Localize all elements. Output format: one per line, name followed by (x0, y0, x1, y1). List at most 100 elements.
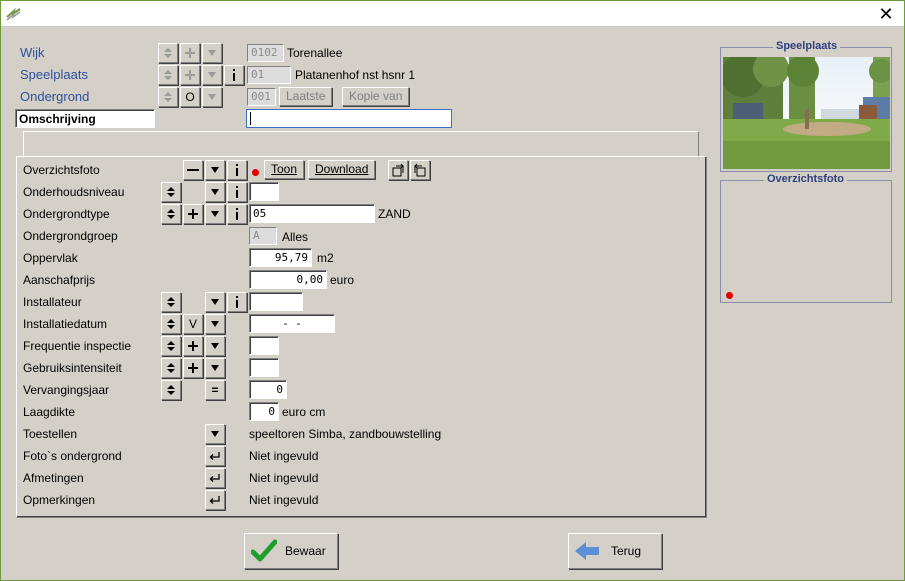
speelplaats-photo-title: Speelplaats (773, 40, 841, 52)
overzichtsfoto-preview-title: Overzichtsfoto (764, 173, 848, 185)
toon-button-label: Toon (271, 162, 298, 176)
toestellen-dropdown-button[interactable] (205, 424, 225, 444)
kopie-van-button[interactable]: Kopie van (342, 87, 410, 106)
onderhoudsniveau-input[interactable] (249, 182, 279, 201)
laagdikte-input[interactable]: 0 (249, 402, 279, 421)
installatiedatum-dropdown-button[interactable] (205, 314, 225, 334)
installateur-input[interactable] (249, 292, 303, 311)
overzichtsfoto-preview-group (720, 180, 892, 303)
oppervlak-label: Oppervlak (23, 251, 78, 265)
text-cursor (250, 112, 251, 125)
ondergrond-code-field: 001 (247, 88, 276, 106)
onderhoudsniveau-dropdown-button[interactable] (205, 182, 225, 202)
toestellen-label: Toestellen (23, 427, 78, 441)
download-button-label: Download (315, 162, 369, 176)
toon-button[interactable]: Toon (264, 160, 305, 179)
speelplaats-code-field: 01 (247, 66, 291, 84)
oppervlak-unit: m2 (317, 251, 334, 265)
aanschafprijs-input[interactable]: 0,00 (249, 270, 327, 289)
title-bar: ✕ (1, 1, 904, 27)
gebruiksintensiteit-dropdown-button[interactable] (205, 358, 225, 378)
ondergrond-updown-button[interactable] (158, 87, 178, 107)
ondergrond-open-button[interactable]: O (180, 87, 200, 107)
vervangingsjaar-input[interactable]: 0 (249, 380, 287, 399)
frequentie-input[interactable] (249, 336, 279, 355)
omschrijving-input[interactable] (246, 109, 452, 128)
installateur-info-button[interactable] (227, 292, 247, 312)
installateur-label: Installateur (23, 295, 82, 309)
overzichtsfoto-label: Overzichtsfoto (23, 163, 100, 177)
fotos-ondergrond-enter-button[interactable] (205, 446, 225, 466)
onderhoudsniveau-label: Onderhoudsniveau (23, 185, 125, 199)
speelplaats-add-button[interactable] (180, 65, 200, 85)
overzichtsfoto-info-button[interactable] (227, 160, 247, 180)
laatste-button[interactable]: Laatste (279, 87, 333, 106)
bewaar-button-label: Bewaar (285, 544, 326, 558)
onderhoudsniveau-updown-button[interactable] (161, 182, 181, 202)
wijk-add-button[interactable] (180, 43, 200, 63)
wijk-name-text: Torenallee (287, 46, 343, 60)
ondergrondtype-updown-button[interactable] (161, 204, 181, 224)
checkmark-icon (251, 539, 277, 563)
overzichtsfoto-status-dot-icon (726, 292, 733, 299)
bewaar-button[interactable]: Bewaar (244, 533, 338, 569)
app-window: ✕ Wijk 0102 Torenallee Speelplaats 01 Pl… (0, 0, 905, 581)
afmetingen-label: Afmetingen (23, 471, 84, 485)
aanschafprijs-label: Aanschafprijs (23, 273, 96, 287)
frequentie-dropdown-button[interactable] (205, 336, 225, 356)
wijk-dropdown-button[interactable] (202, 43, 222, 63)
status-dot-icon (252, 169, 259, 176)
installatiedatum-v-button[interactable]: V (183, 314, 203, 334)
laagdikte-label: Laagdikte (23, 405, 76, 419)
installateur-updown-button[interactable] (161, 292, 181, 312)
tab-strip (23, 131, 699, 158)
overzichtsfoto-dropdown-button[interactable] (205, 160, 225, 180)
speelplaats-photo[interactable] (723, 57, 890, 169)
ondergrondtype-dropdown-button[interactable] (205, 204, 225, 224)
installatiedatum-updown-button[interactable] (161, 314, 181, 334)
oppervlak-input[interactable]: 95,79 (249, 248, 312, 267)
frequentie-updown-button[interactable] (161, 336, 181, 356)
ondergrondtype-info-button[interactable] (227, 204, 247, 224)
ondergrondgroep-desc: Alles (282, 230, 309, 244)
vervangingsjaar-label: Vervangingsjaar (23, 383, 110, 397)
laagdikte-unit: euro cm (282, 405, 326, 419)
overzichtsfoto-remove-button[interactable] (183, 160, 203, 180)
aanschafprijs-unit: euro (330, 273, 355, 287)
opmerkingen-label: Opmerkingen (23, 493, 96, 507)
terug-button-label: Terug (611, 544, 642, 558)
afmetingen-enter-button[interactable] (205, 468, 225, 488)
terug-button[interactable]: Terug (568, 533, 662, 569)
wijk-label: Wijk (20, 45, 45, 60)
ondergrond-dropdown-button[interactable] (202, 87, 222, 107)
speelplaats-name-text: Platanenhof nst hsnr 1 (295, 68, 416, 82)
ondergrondtype-add-button[interactable] (183, 204, 203, 224)
vervangingsjaar-updown-button[interactable] (161, 380, 181, 400)
frequentie-add-button[interactable] (183, 336, 203, 356)
arrow-left-icon (573, 540, 601, 562)
vervangingsjaar-equals-button[interactable]: = (205, 380, 225, 400)
gebruiksintensiteit-updown-button[interactable] (161, 358, 181, 378)
speelplaats-label: Speelplaats (20, 67, 88, 82)
gebruiksintensiteit-add-button[interactable] (183, 358, 203, 378)
installatiedatum-label: Installatiedatum (23, 317, 108, 331)
rotate-left-icon[interactable] (410, 160, 430, 180)
onderhoudsniveau-info-button[interactable] (227, 182, 247, 202)
download-button[interactable]: Download (308, 160, 376, 179)
gebruiksintensiteit-input[interactable] (249, 358, 279, 377)
installateur-dropdown-button[interactable] (205, 292, 225, 312)
speelplaats-dropdown-button[interactable] (202, 65, 222, 85)
speelplaats-info-button[interactable] (224, 65, 244, 85)
ondergrondtype-input[interactable]: 05 (249, 204, 375, 223)
speelplaats-updown-button[interactable] (158, 65, 178, 85)
gebruiksintensiteit-label: Gebruiksintensiteit (23, 361, 122, 375)
wijk-code-field: 0102 (247, 44, 284, 62)
ondergrondtype-label: Ondergrondtype (23, 207, 110, 221)
close-window-button[interactable]: ✕ (876, 4, 896, 24)
installatiedatum-input[interactable]: - - (249, 314, 335, 333)
opmerkingen-enter-button[interactable] (205, 490, 225, 510)
fotos-ondergrond-label: Foto`s ondergrond (23, 449, 122, 463)
frequentie-label: Frequentie inspectie (23, 339, 132, 353)
rotate-right-icon[interactable] (388, 160, 408, 180)
wijk-updown-button[interactable] (158, 43, 178, 63)
